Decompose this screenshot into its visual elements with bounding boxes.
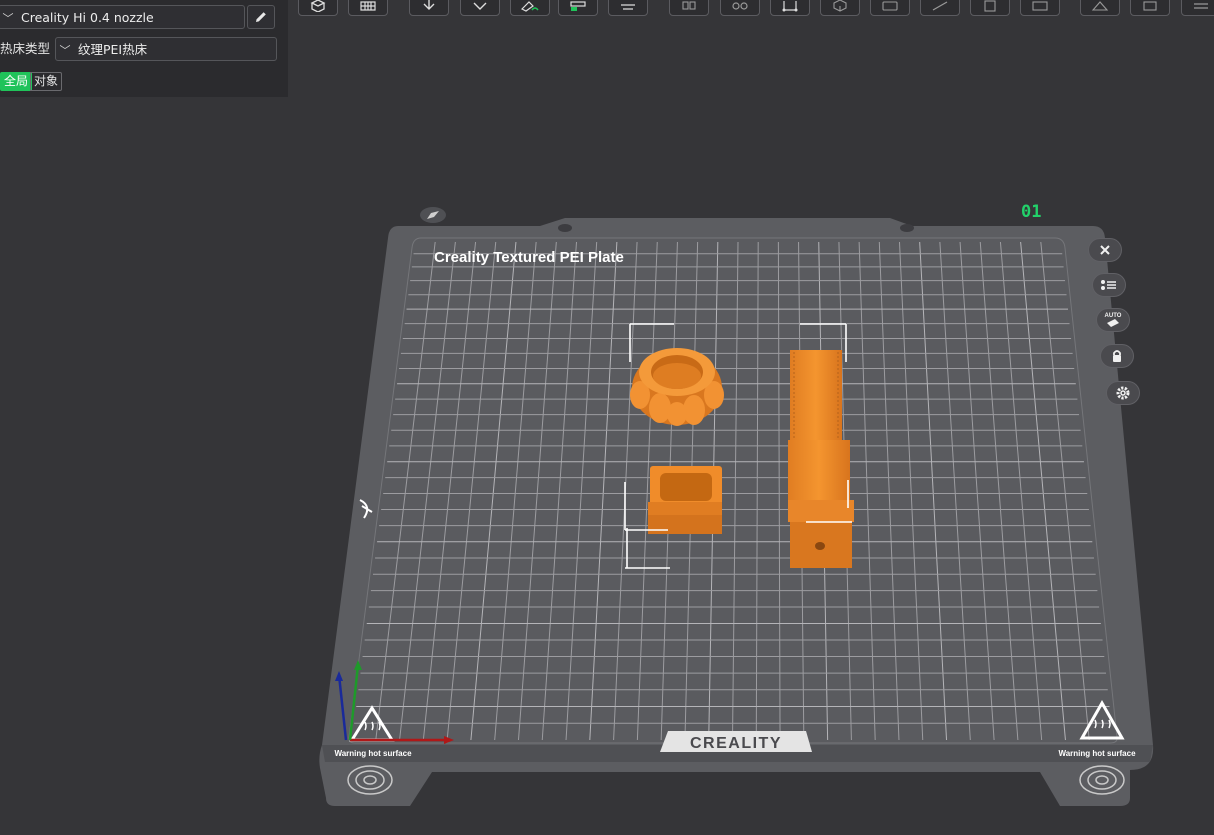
- object-list-button[interactable]: [1092, 273, 1126, 297]
- plate-title: Creality Textured PEI Plate: [434, 249, 624, 266]
- auto-label: AUTO: [1105, 313, 1122, 319]
- close-plate-button[interactable]: [1088, 238, 1122, 262]
- plate-brand: CREALITY: [690, 735, 782, 752]
- auto-arrange-button[interactable]: AUTO: [1096, 308, 1130, 332]
- build-plate-view[interactable]: Creality Textured PEI Plate 01 CREALITY …: [0, 0, 1214, 835]
- list-icon: [1101, 280, 1116, 290]
- warning-text-right: Warning hot surface: [1058, 749, 1136, 758]
- close-icon: [1100, 245, 1110, 255]
- warning-text-left: Warning hot surface: [334, 749, 412, 758]
- plate-settings-button[interactable]: [1106, 381, 1140, 405]
- settings-icon: [1116, 386, 1130, 400]
- plate-number: 01: [1021, 202, 1041, 222]
- lock-icon: [1113, 350, 1121, 362]
- lock-plate-button[interactable]: [1100, 344, 1134, 368]
- auto-icon: AUTO: [1105, 313, 1122, 327]
